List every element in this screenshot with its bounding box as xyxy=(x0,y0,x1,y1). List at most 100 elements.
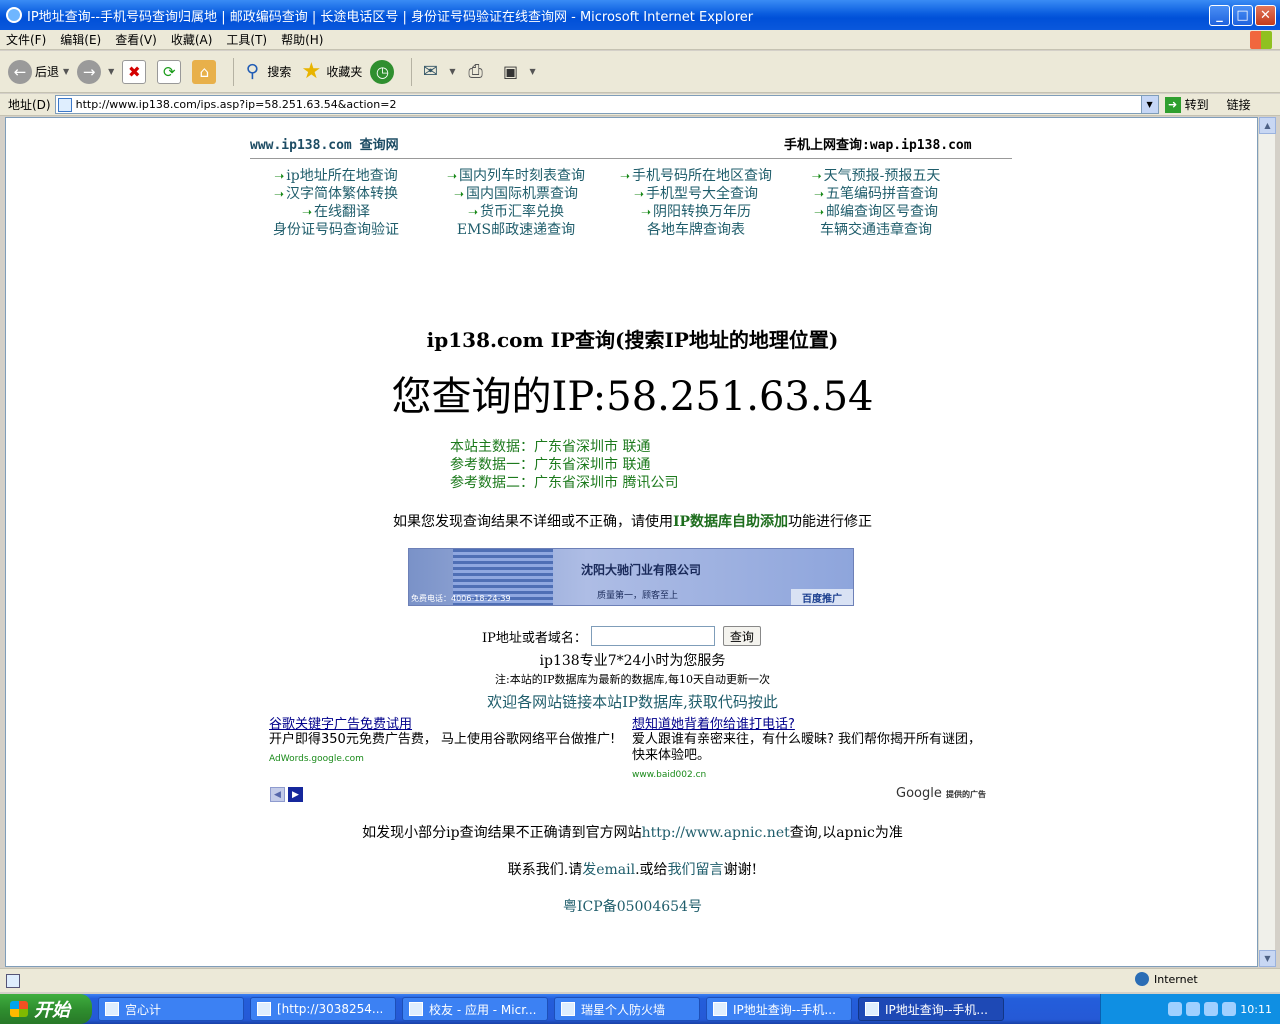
nav-link[interactable]: ➝ 手机号码所在地区查询 xyxy=(606,165,786,184)
mail-button[interactable]: ✉ ▼ xyxy=(418,60,456,84)
nav-link[interactable]: 车辆交通违章查询 xyxy=(786,219,966,238)
taskbar-item[interactable]: 宫心计 xyxy=(98,997,244,1021)
arrow-icon: ➝ xyxy=(453,187,465,201)
nav-link[interactable]: ➝ 货币汇率兑换 xyxy=(426,201,606,220)
tray-icon[interactable] xyxy=(1168,1002,1183,1016)
refresh-button[interactable]: ⟳ xyxy=(157,59,184,84)
ad-title-link[interactable]: 谷歌关键字广告免费试用 xyxy=(269,713,629,732)
icp-license-link[interactable]: 粤ICP备05004654号 xyxy=(6,896,1259,916)
scroll-down-icon[interactable]: ▼ xyxy=(1259,950,1276,967)
start-button[interactable]: 开始 xyxy=(0,994,92,1024)
ad-prev-icon[interactable]: ◀ xyxy=(270,787,285,802)
self-add-link[interactable]: IP数据库自助添加 xyxy=(673,514,788,530)
email-link[interactable]: 发email xyxy=(582,862,635,878)
nav-link[interactable]: ➝ 五笔编码拼音查询 xyxy=(786,183,966,202)
mobile-site-link[interactable]: 手机上网查询:wap.ip138.com xyxy=(784,134,972,153)
site-link[interactable]: www.ip138.com 查询网 xyxy=(250,134,399,153)
menu-favorites[interactable]: 收藏(A) xyxy=(171,31,213,48)
ad-url[interactable]: AdWords.google.com xyxy=(269,754,629,764)
ad-next-icon[interactable]: ▶ xyxy=(288,787,303,802)
dropdown-arrow-icon: ▼ xyxy=(108,67,115,76)
guestbook-link[interactable]: 我们留言 xyxy=(668,862,724,878)
clock[interactable]: 10:11 xyxy=(1240,1003,1272,1016)
address-dropdown-icon[interactable]: ▼ xyxy=(1140,96,1158,113)
link-code-link[interactable]: 欢迎各网站链接本站IP数据库,获取代码按此 xyxy=(6,691,1259,712)
home-button[interactable]: ⌂ xyxy=(192,59,219,84)
nav-link[interactable]: ➝ 在线翻译 xyxy=(246,201,426,220)
ad-banner[interactable]: 沈阳大驰门业有限公司 质量第一，顾客至上 免费电话：4006-18-24-39 … xyxy=(408,548,854,606)
go-button[interactable]: ➜ 转到 xyxy=(1164,96,1209,113)
nav-link[interactable]: ➝ 汉字简体繁体转换 xyxy=(246,183,426,202)
ie-icon xyxy=(257,1002,271,1016)
apnic-notice: 如发现小部分ip查询结果不正确请到官方网站http://www.apnic.ne… xyxy=(362,825,903,841)
arrow-icon: ➝ xyxy=(273,187,285,201)
menu-file[interactable]: 文件(F) xyxy=(6,31,46,48)
ad-title-link[interactable]: 想知道她背着你给谁打电话? xyxy=(632,713,992,732)
back-button[interactable]: ← 后退 ▼ xyxy=(8,59,69,84)
links-button[interactable]: 链接 xyxy=(1227,96,1251,113)
mail-icon: ✉ xyxy=(422,61,438,82)
nav-link[interactable]: ➝ 手机型号大全查询 xyxy=(606,183,786,202)
taskbar-item[interactable]: IP地址查询--手机... xyxy=(706,997,852,1021)
ie-icon xyxy=(865,1002,879,1016)
taskbar-item-active[interactable]: IP地址查询--手机... xyxy=(858,997,1004,1021)
maximize-button[interactable]: □ xyxy=(1232,5,1253,26)
tray-icon[interactable] xyxy=(1186,1002,1201,1016)
menu-tools[interactable]: 工具(T) xyxy=(226,31,267,48)
menu-help[interactable]: 帮助(H) xyxy=(281,31,323,48)
nav-grid: ➝ ip地址所在地查询 ➝ 国内列车时刻表查询 ➝ 手机号码所在地区查询 ➝ 天气预报-… xyxy=(246,165,1006,238)
page-status-icon xyxy=(6,973,20,988)
favorites-button[interactable]: ★ 收藏夹 xyxy=(299,59,363,84)
firewall-icon xyxy=(561,1002,575,1016)
nav-link[interactable]: 身份证号码查询验证 xyxy=(246,219,426,238)
ip-input[interactable] xyxy=(590,626,715,646)
nav-link[interactable]: ➝ 邮编查询区号查询 xyxy=(786,201,966,220)
google-ads-credit[interactable]: Google 提供的广告 xyxy=(896,786,986,801)
windows-flag-icon xyxy=(10,1001,28,1017)
taskbar: 开始 宫心计 [http://3038254... 校友 - 应用 - Micr… xyxy=(0,994,1280,1024)
minimize-button[interactable]: _ xyxy=(1209,5,1230,26)
address-input[interactable]: http://www.ip138.com/ips.asp?ip=58.251.6… xyxy=(54,95,1159,114)
taskbar-item[interactable]: [http://3038254... xyxy=(250,997,396,1021)
nav-link[interactable]: ➝ 天气预报-预报五天 xyxy=(786,165,966,184)
page-heading: ip138.com IP查询(搜索IP地址的地理位置) xyxy=(426,328,839,352)
ad-url[interactable]: www.baid002.cn xyxy=(632,770,992,780)
star-icon: ★ xyxy=(301,59,322,84)
window-title-bar[interactable]: IP地址查询--手机号码查询归属地 | 邮政编码查询 | 长途电话区号 | 身份… xyxy=(0,0,1280,30)
search-label: 搜索 xyxy=(267,65,292,79)
arrow-icon: ➝ xyxy=(467,205,479,219)
tray-icon[interactable] xyxy=(1222,1002,1237,1016)
contact-line: 联系我们.请发email.或给我们留言谢谢! xyxy=(507,862,758,878)
menu-edit[interactable]: 编辑(E) xyxy=(60,31,101,48)
taskbar-item[interactable]: 校友 - 应用 - Micr... xyxy=(402,997,548,1021)
stop-icon: ✖ xyxy=(122,59,147,84)
edit-button[interactable]: ▣ ▼ xyxy=(499,60,536,84)
nav-link[interactable]: EMS邮政速递查询 xyxy=(426,219,606,238)
forward-button[interactable]: → ▼ xyxy=(77,59,115,84)
result-ref2: 参考数据二：广东省深圳市 腾讯公司 xyxy=(450,475,679,491)
baidu-promo-logo: 百度推广 xyxy=(791,589,853,605)
nav-link[interactable]: ➝ 国内列车时刻表查询 xyxy=(426,165,606,184)
refresh-icon: ⟳ xyxy=(157,59,182,84)
search-button[interactable]: ⚲ 搜索 xyxy=(240,60,292,84)
query-button[interactable]: 查询 xyxy=(722,626,761,646)
history-button[interactable]: ◷ xyxy=(370,59,397,84)
nav-link[interactable]: ➝ 国内国际机票查询 xyxy=(426,183,606,202)
windows-logo-icon xyxy=(1250,31,1272,49)
stop-button[interactable]: ✖ xyxy=(122,59,149,84)
nav-link[interactable]: ➝ ip地址所在地查询 xyxy=(246,165,426,184)
system-tray: 10:11 xyxy=(1100,994,1280,1024)
divider xyxy=(250,158,1012,159)
favorites-label: 收藏夹 xyxy=(326,65,363,79)
tray-icon[interactable] xyxy=(1204,1002,1219,1016)
close-button[interactable]: ✕ xyxy=(1255,5,1276,26)
vertical-scrollbar[interactable]: ▲ ▼ xyxy=(1258,117,1276,967)
apnic-link[interactable]: http://www.apnic.net xyxy=(642,825,790,841)
taskbar-item[interactable]: 瑞星个人防火墙 xyxy=(554,997,700,1021)
nav-link[interactable]: 各地车牌查询表 xyxy=(606,219,786,238)
print-button[interactable]: ⎙ xyxy=(464,60,491,84)
nav-link[interactable]: ➝ 阴阳转换万年历 xyxy=(606,201,786,220)
ie-icon xyxy=(6,7,22,23)
scroll-up-icon[interactable]: ▲ xyxy=(1259,117,1276,134)
menu-view[interactable]: 查看(V) xyxy=(115,31,157,48)
